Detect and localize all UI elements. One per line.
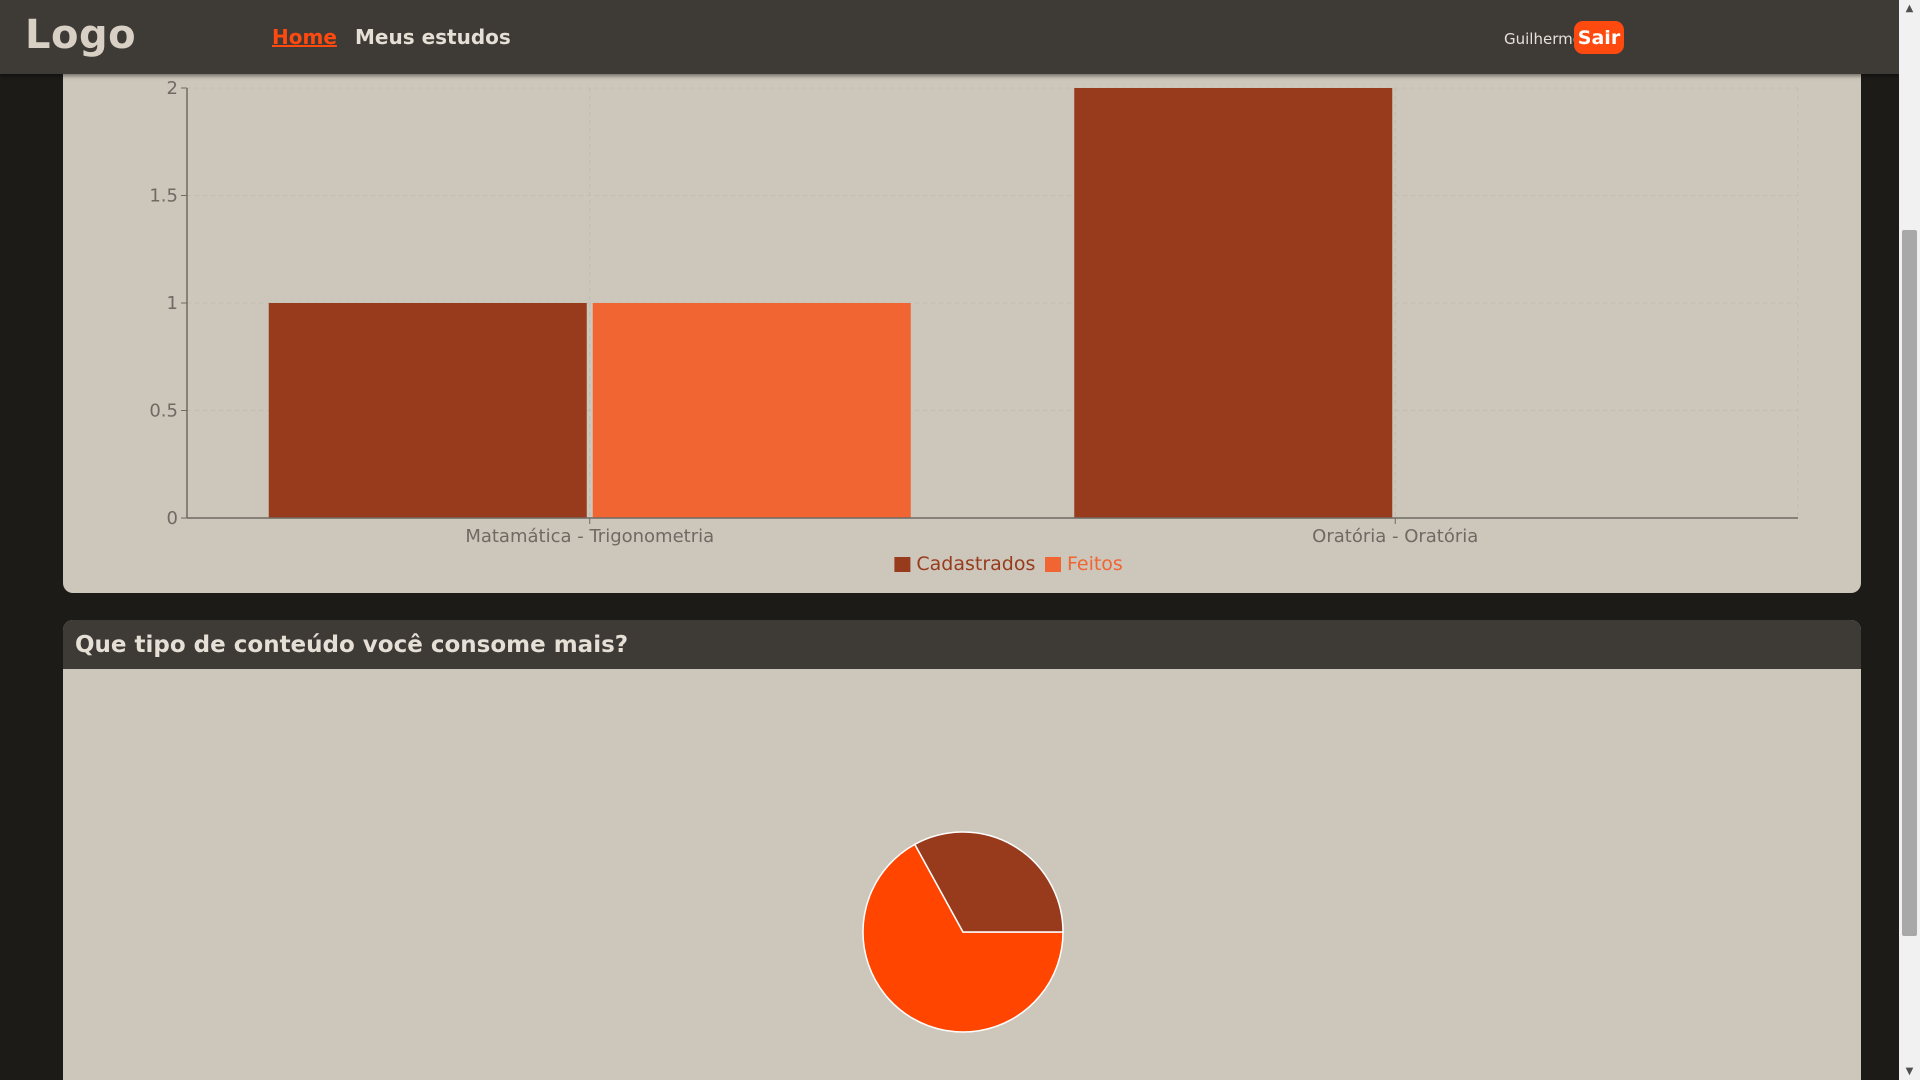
pie-chart [862, 831, 1064, 1033]
x-tick-label: Oratória - Oratória [1312, 526, 1478, 547]
page: Logo Home Meus estudos Guilherme Sair 00… [0, 0, 1920, 1080]
nav-link-meus-estudos[interactable]: Meus estudos [355, 25, 511, 49]
legend-label-cadastrados: Cadastrados [916, 553, 1035, 575]
logout-button[interactable]: Sair [1574, 21, 1624, 54]
scroll-down-icon[interactable]: ▼ [1899, 1063, 1920, 1080]
top-navbar: Logo Home Meus estudos Guilherme Sair [0, 0, 1899, 74]
y-tick-label: 0 [167, 508, 178, 529]
scrollbar[interactable]: ▲ ▼ [1899, 0, 1920, 1080]
legend-swatch-cadastrados [894, 557, 911, 572]
nav-link-home[interactable]: Home [272, 25, 337, 49]
bar-cadastrados [1074, 88, 1393, 518]
logo[interactable]: Logo [25, 12, 136, 58]
card-header: Que tipo de conteúdo você consome mais? [63, 620, 1861, 669]
scrollbar-thumb[interactable] [1902, 230, 1917, 936]
bar-chart: 0 0.5 1 1.5 2 Matamática - Trigonometria Orató… [149, 78, 1799, 575]
y-tick-label: 0.5 [149, 401, 178, 422]
y-tick-label: 1 [167, 293, 178, 314]
bar-feitos [592, 303, 911, 518]
pie-chart-card: Que tipo de conteúdo você consome mais? [63, 620, 1861, 1080]
x-tick-label: Matamática - Trigonometria [465, 526, 714, 547]
legend-swatch-feitos [1045, 557, 1061, 572]
y-tick-label: 2 [167, 78, 178, 99]
card-title: Que tipo de conteúdo você consome mais? [75, 632, 629, 658]
bar-cadastrados [268, 303, 587, 518]
bar-chart-card: 0 0.5 1 1.5 2 Matamática - Trigonometria Orató… [63, 0, 1861, 593]
scroll-up-icon[interactable]: ▲ [1899, 0, 1920, 17]
legend-label-feitos: Feitos [1067, 553, 1123, 575]
y-tick-label: 1.5 [149, 186, 178, 207]
chart-legend: Cadastrados Feitos [894, 553, 1123, 575]
user-name: Guilherme [1504, 30, 1582, 48]
